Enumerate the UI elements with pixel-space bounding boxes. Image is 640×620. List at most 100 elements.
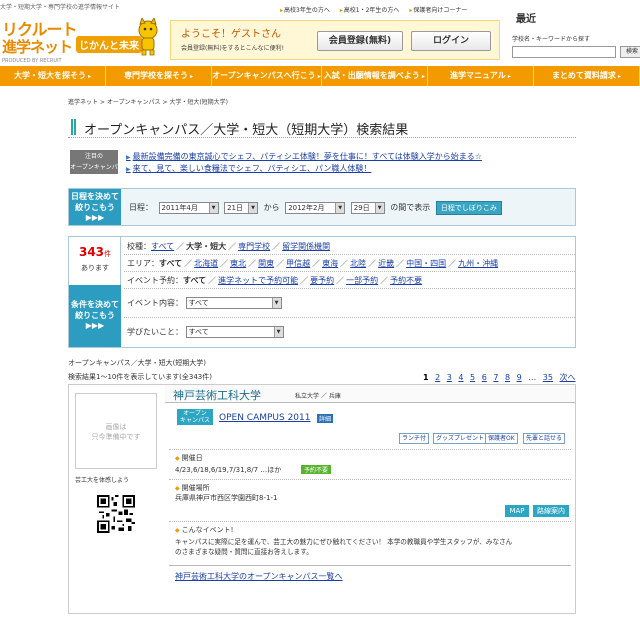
site-tagline: 大学・短期大学・専門学校の進学情報サイト bbox=[0, 4, 121, 11]
route-button[interactable]: 路線案内 bbox=[533, 505, 569, 517]
date-filter-panel: 日程を決めて 絞りこもう ▶▶▶ 日程： 2011年4月 ▼ 21日 ▼ から 20… bbox=[68, 188, 576, 226]
school-open-campus-list-link[interactable]: 神戸芸術工科大学のオープンキャンパス一覧へ bbox=[175, 571, 343, 582]
school-abroad-link[interactable]: 留学関係機関 bbox=[282, 242, 330, 251]
area-tokai[interactable]: 東海 bbox=[322, 259, 338, 268]
pickup-label: 注目の オープンキャンパス bbox=[70, 150, 118, 182]
study-row: 学びたいこと： すべて ▼ bbox=[127, 326, 284, 338]
title-marker-icon bbox=[71, 119, 76, 135]
pickup-link-2[interactable]: 来て、見て、楽しい食糧法でシェフ、パティシエ、パン職人体験！ bbox=[126, 163, 372, 174]
condition-filter-panel: 343件 あります 条件を決めて 絞りこもう ▶▶▶ 校種：すべて／大学・短大／… bbox=[68, 236, 576, 348]
page-35[interactable]: 35 bbox=[543, 373, 553, 382]
results-count-line: 検索結果1〜10件を表示しています(全343件) bbox=[68, 373, 212, 381]
search-title: 最近 bbox=[516, 14, 536, 25]
event-text-1: キャンパスに実際に足を運んで、芸工大の魅力にぜひ触れてください！ 本学の教職員や… bbox=[175, 538, 513, 546]
page-1: 1 bbox=[423, 373, 429, 382]
tag-goods: グッズプレゼント bbox=[433, 433, 488, 444]
logo-sub: PRODUCED BY RECRUIT bbox=[2, 58, 62, 64]
open-campus-badge: オープン キャンパス bbox=[177, 409, 213, 425]
area-row: エリア：すべて／北海道／東北／関東／甲信越／東海／北陸／近畿／中国・四国／九州・… bbox=[127, 259, 499, 268]
next-page-link[interactable]: 次へ bbox=[560, 373, 576, 382]
page-4[interactable]: 4 bbox=[458, 373, 463, 382]
thumbnail-placeholder-text: 画像は 只今準備中です bbox=[91, 423, 141, 441]
area-koshinetsu[interactable]: 甲信越 bbox=[286, 259, 310, 268]
search-label: 学校名・キーワードから探す bbox=[512, 36, 591, 43]
nav-university[interactable]: 大学・短大を探そう bbox=[0, 66, 107, 86]
event-content-select[interactable]: すべて ▼ bbox=[185, 297, 282, 309]
area-hokuriku[interactable]: 北陸 bbox=[350, 259, 366, 268]
open-campus-title-link[interactable]: OPEN CAMPUS 2011 bbox=[219, 413, 311, 423]
detail-badge[interactable]: 詳細 bbox=[317, 414, 334, 423]
school-all-link[interactable]: すべて bbox=[151, 242, 174, 251]
tag-parents: 保護者OK bbox=[485, 433, 518, 444]
top-link-1st-2nd-year[interactable]: 高校1・2年生の方へ bbox=[340, 7, 400, 14]
event-reserve-required[interactable]: 要予約 bbox=[310, 276, 334, 285]
nav-vocational[interactable]: 専門学校を探そう bbox=[106, 66, 213, 86]
nav-exam-info[interactable]: 入試・出願情報を調べよう bbox=[322, 66, 428, 86]
school-thumbnail: 画像は 只今準備中です bbox=[75, 393, 157, 469]
page-7[interactable]: 7 bbox=[493, 373, 498, 382]
result-card: 画像は 只今準備中です 芸工大を体感しよう 神戸芸術工科大学 私立大学 ／ 兵庫 … bbox=[68, 384, 576, 614]
top-link-parents[interactable]: 保護者向けコーナー bbox=[409, 7, 467, 14]
search-input[interactable] bbox=[512, 46, 616, 58]
nav-open-campus[interactable]: オープンキャンパスへ行こう bbox=[212, 66, 322, 86]
area-kyushu-okinawa[interactable]: 九州・沖縄 bbox=[458, 259, 498, 268]
area-kinki[interactable]: 近畿 bbox=[378, 259, 394, 268]
nav-manual[interactable]: 進学マニュアル bbox=[428, 66, 534, 86]
search-button[interactable]: 検索 bbox=[620, 46, 640, 58]
area-kanto[interactable]: 関東 bbox=[258, 259, 274, 268]
from-month-select[interactable]: 2011年4月 ▼ bbox=[158, 201, 219, 214]
from-day-select[interactable]: 21日 ▼ bbox=[224, 201, 259, 214]
event-heading: こんなイベント! bbox=[175, 525, 234, 535]
page-ellipsis: … bbox=[528, 373, 537, 382]
date-heading: 開催日 bbox=[175, 453, 203, 463]
school-name-link[interactable]: 神戸芸術工科大学 bbox=[173, 387, 261, 403]
to-month-select[interactable]: 2012年2月 ▼ bbox=[285, 201, 346, 214]
area-tohoku[interactable]: 東北 bbox=[230, 259, 246, 268]
logo-line2: 進学ネット bbox=[2, 38, 73, 56]
school-type-row: 校種：すべて／大学・短大／専門学校／留学関係機関 bbox=[127, 242, 331, 251]
register-button[interactable]: 会員登録(無料) bbox=[317, 31, 403, 51]
page-8[interactable]: 8 bbox=[505, 373, 510, 382]
results-subheading: オープンキャンパス／大学・短大(短期大学) bbox=[68, 359, 207, 367]
page-2[interactable]: 2 bbox=[435, 373, 440, 382]
area-hokkaido[interactable]: 北海道 bbox=[194, 259, 218, 268]
date-filter-button[interactable]: 日程でしぼりこみ bbox=[435, 201, 502, 215]
page-3[interactable]: 3 bbox=[447, 373, 452, 382]
main-nav: 大学・短大を探そう 専門学校を探そう オープンキャンパスへ行こう 入試・出願情報… bbox=[0, 66, 640, 86]
event-no-reserve[interactable]: 予約不要 bbox=[390, 276, 422, 285]
page-5[interactable]: 5 bbox=[470, 373, 475, 382]
to-day-select[interactable]: 29日 ▼ bbox=[350, 201, 385, 214]
school-vocational-link[interactable]: 専門学校 bbox=[238, 242, 270, 251]
event-content-row: イベント内容： すべて ▼ bbox=[127, 297, 282, 309]
result-count: 343 bbox=[78, 245, 105, 259]
area-chugoku-shikoku[interactable]: 中国・四国 bbox=[406, 259, 446, 268]
nav-bulk-request[interactable]: まとめて資料請求 bbox=[534, 66, 640, 86]
search-area: 最近 学校名・キーワードから探す 検索 bbox=[510, 4, 640, 62]
result-count-box: 343件 あります bbox=[69, 237, 121, 285]
event-partial-reserve[interactable]: 一部予約 bbox=[346, 276, 378, 285]
event-online-reserve[interactable]: 進学ネットで予約可能 bbox=[218, 276, 298, 285]
map-button[interactable]: MAP bbox=[505, 505, 529, 517]
school-current: 大学・短大 bbox=[186, 242, 227, 251]
study-select[interactable]: すべて ▼ bbox=[185, 326, 284, 338]
tag-lunch: ランチ付 bbox=[399, 433, 430, 444]
tag-seniors: 先輩と話せる bbox=[523, 433, 566, 444]
welcome-sub: 会員登録(無料)をするとこんなに便利! bbox=[181, 45, 285, 52]
qr-code-icon bbox=[97, 495, 135, 533]
page-9[interactable]: 9 bbox=[517, 373, 522, 382]
breadcrumb[interactable]: 進学ネット > オープンキャンパス > 大学・短大(短期大学) bbox=[68, 97, 228, 106]
event-reservation-row: イベント予約：すべて／進学ネットで予約可能／要予約／一部予約／予約不要 bbox=[127, 276, 423, 285]
page-6[interactable]: 6 bbox=[482, 373, 487, 382]
login-button[interactable]: ログイン bbox=[411, 31, 491, 51]
event-text-2: のさまざまな疑問・質問に直接お答えします。 bbox=[175, 548, 313, 556]
page-title-bar: オープンキャンパス／大学・短大（短期大学）検索結果 bbox=[68, 116, 576, 138]
welcome-text: ようこそ！ゲストさん bbox=[181, 29, 281, 40]
date-text: 4/23,6/18,6/19,7/31,8/7 …ほか bbox=[175, 466, 282, 474]
place-heading: 開催場所 bbox=[175, 483, 210, 493]
pickup-link-1[interactable]: 最新設備完備の東京誠心でシェフ、パティシエ体験！夢を仕事に！すべては体験入学から… bbox=[126, 151, 482, 162]
welcome-box: ようこそ！ゲストさん 会員登録(無料)をするとこんなに便利! 会員登録(無料) … bbox=[170, 20, 500, 60]
date-row: 日程： 2011年4月 ▼ 21日 ▼ から 2012年2月 ▼ 29日 ▼ の間で表示… bbox=[129, 201, 505, 215]
pagination: 1 2 3 4 5 6 7 8 9 … 35 次へ bbox=[423, 372, 580, 383]
top-link-3rd-year[interactable]: 高校3年生の方へ bbox=[280, 7, 330, 14]
place-text: 兵庫県神戸市西区学園西町8-1-1 bbox=[175, 494, 278, 502]
